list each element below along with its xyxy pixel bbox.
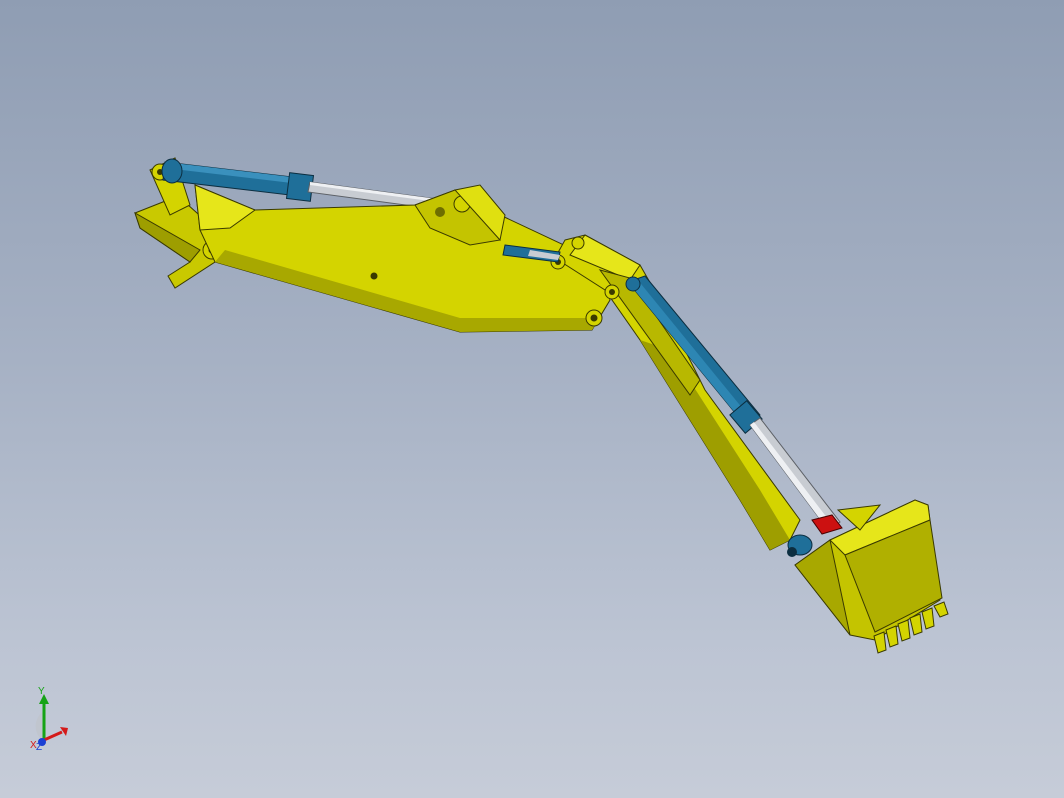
3d-viewport[interactable]: Y X Z <box>0 0 1064 798</box>
bucket-cylinder[interactable] <box>625 275 841 531</box>
y-axis-label: Y <box>38 686 45 697</box>
z-axis-label: Z <box>36 742 42 753</box>
x-axis-arrow <box>43 730 63 742</box>
orientation-triad: Y X Z <box>30 686 68 753</box>
excavator-arm-model[interactable] <box>0 0 1064 798</box>
